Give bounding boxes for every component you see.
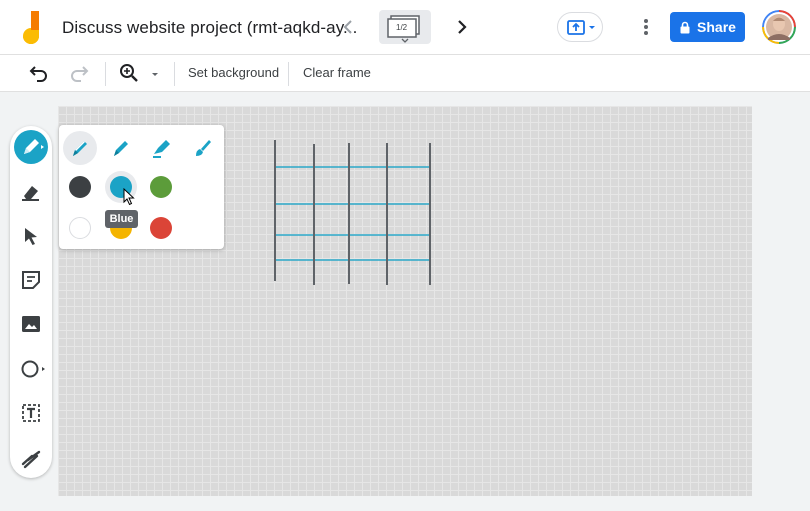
marker-pen-icon (73, 141, 87, 156)
pen-icon (24, 139, 44, 154)
toolbar-divider (288, 62, 289, 86)
pen-type-highlighter-button[interactable] (145, 131, 179, 165)
pen-palette-popup (59, 125, 224, 249)
sticky-note-icon[interactable] (19, 268, 43, 292)
jamboard-logo-icon[interactable] (18, 11, 44, 45)
more-vert-icon[interactable] (634, 15, 658, 39)
color-green-swatch[interactable] (150, 176, 172, 198)
toolbar-divider (174, 62, 175, 86)
present-to-screen-icon (567, 20, 595, 35)
mouse-cursor-icon (123, 188, 135, 206)
edit-toolbar: Set background Clear frame (0, 55, 810, 92)
chevron-left-icon[interactable] (336, 15, 360, 39)
pen-icon (114, 141, 128, 156)
redo-icon[interactable] (68, 62, 90, 84)
brush-icon (196, 140, 211, 156)
zoom-in-icon[interactable] (118, 62, 140, 84)
toolbar-divider (105, 62, 106, 86)
account-avatar[interactable] (762, 10, 796, 44)
color-white-swatch[interactable] (69, 217, 91, 239)
share-button[interactable]: Share (670, 12, 745, 42)
tool-rail (10, 126, 52, 478)
frame-indicator: 1/2 (396, 23, 408, 32)
select-pointer-icon[interactable] (19, 224, 43, 248)
lock-icon (680, 21, 690, 33)
pen-type-marker-button[interactable] (63, 131, 97, 165)
eraser-icon[interactable] (19, 180, 43, 204)
top-bar: Discuss website project (rmt-aqkd-ay... … (0, 0, 810, 55)
present-button[interactable] (557, 12, 603, 42)
clear-frame-button[interactable]: Clear frame (303, 65, 371, 80)
color-red-swatch[interactable] (150, 217, 172, 239)
circle-shape-icon[interactable] (19, 357, 47, 381)
document-title[interactable]: Discuss website project (rmt-aqkd-ay... (62, 18, 358, 38)
set-background-button[interactable]: Set background (188, 65, 279, 80)
pen-tool-button[interactable] (14, 130, 48, 164)
color-black-swatch[interactable] (69, 176, 91, 198)
text-box-icon[interactable] (19, 401, 43, 425)
pen-type-pen-button[interactable] (104, 131, 138, 165)
share-label: Share (697, 19, 736, 35)
zoom-dropdown-icon[interactable] (148, 62, 162, 84)
undo-icon[interactable] (28, 62, 50, 84)
image-icon[interactable] (19, 312, 43, 336)
color-tooltip: Blue (105, 210, 138, 228)
chevron-right-icon[interactable] (450, 15, 474, 39)
frame-bar-toggle[interactable]: 1/2 (379, 10, 431, 44)
laser-icon[interactable] (19, 446, 43, 470)
pen-type-brush-button[interactable] (185, 131, 219, 165)
highlighter-icon (153, 140, 170, 158)
